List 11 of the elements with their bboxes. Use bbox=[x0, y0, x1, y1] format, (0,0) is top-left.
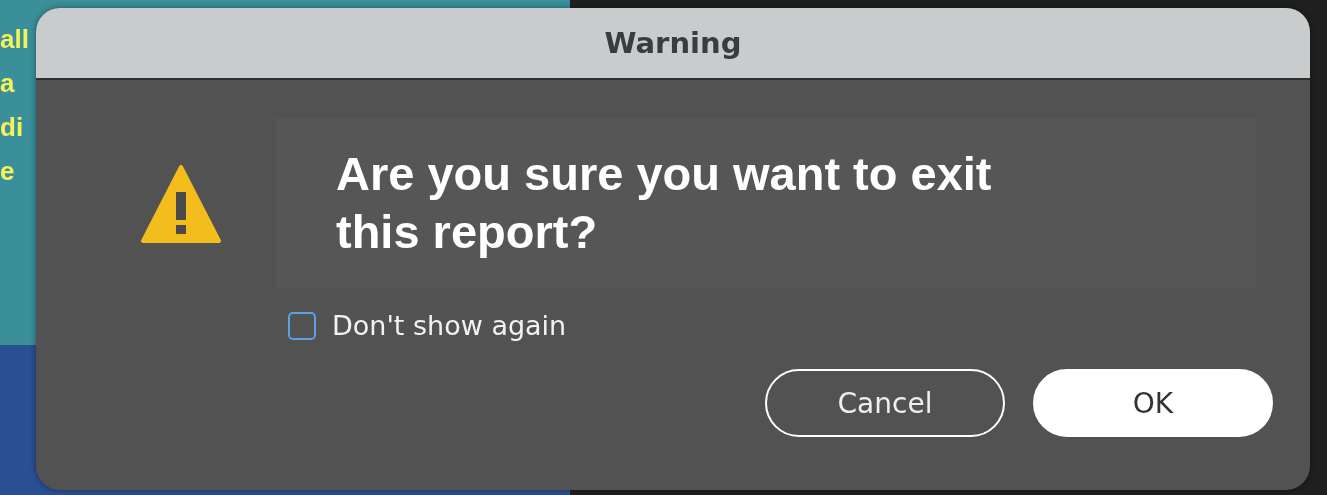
background-text: e bbox=[0, 156, 15, 186]
warning-icon bbox=[140, 164, 222, 244]
background-text: all bbox=[0, 24, 29, 54]
checkbox-label: Don't show again bbox=[332, 310, 567, 341]
background-text: di bbox=[0, 112, 24, 142]
dialog-title: Warning bbox=[604, 26, 742, 60]
background-text: a bbox=[0, 68, 15, 98]
checkbox[interactable] bbox=[288, 311, 316, 340]
ok-button[interactable]: OK bbox=[1033, 369, 1273, 437]
warning-message: Are you sure you want to exit this report? bbox=[336, 146, 993, 260]
cancel-button[interactable]: Cancel bbox=[765, 369, 1005, 437]
